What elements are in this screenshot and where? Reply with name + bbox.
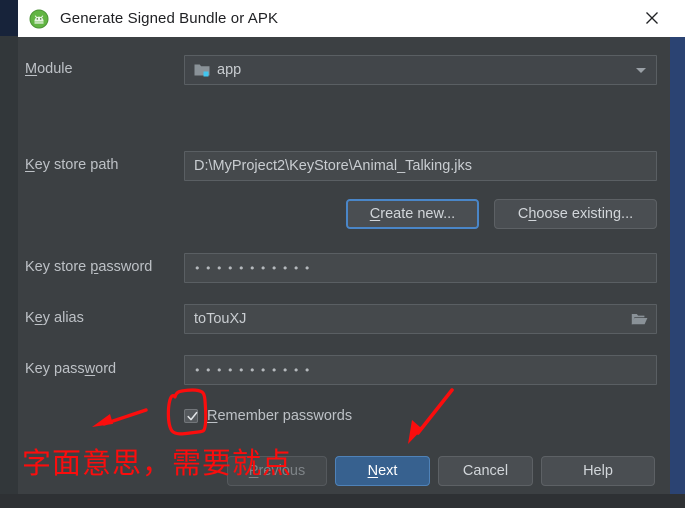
- remember-passwords-row[interactable]: Remember passwords: [184, 408, 352, 424]
- close-icon[interactable]: [637, 5, 667, 31]
- android-studio-icon: [29, 9, 49, 29]
- help-button[interactable]: Help: [541, 456, 655, 486]
- next-button[interactable]: Next: [335, 456, 430, 486]
- key-store-password-input[interactable]: •••••••••••: [184, 253, 657, 283]
- key-password-value: •••••••••••: [194, 363, 315, 377]
- key-alias-value: toTouXJ: [194, 311, 247, 327]
- module-value: app: [217, 62, 242, 78]
- window-title: Generate Signed Bundle or APK: [60, 10, 279, 27]
- cancel-button[interactable]: Cancel: [438, 456, 533, 486]
- key-store-password-value: •••••••••••: [194, 261, 315, 275]
- chevron-down-icon[interactable]: [636, 67, 646, 73]
- key-alias-input[interactable]: toTouXJ: [184, 304, 657, 334]
- window-frame-left-top: [0, 0, 18, 36]
- dialog-window: Generate Signed Bundle or APK Module app…: [0, 0, 685, 508]
- window-frame-bottom: [0, 494, 685, 508]
- key-store-path-label: Key store path: [25, 157, 119, 173]
- module-dropdown[interactable]: app: [184, 55, 657, 85]
- key-password-label: Key password: [25, 361, 117, 377]
- key-store-path-value: D:\MyProject2\KeyStore\Animal_Talking.jk…: [194, 158, 473, 174]
- remember-passwords-label: Remember passwords: [207, 408, 353, 424]
- key-store-password-label: Key store password: [25, 259, 153, 275]
- titlebar: Generate Signed Bundle or APK: [18, 0, 685, 37]
- window-frame-right: [670, 36, 685, 508]
- annotation-note: 字面意思，需要就点: [22, 446, 293, 480]
- key-password-input[interactable]: •••••••••••: [184, 355, 657, 385]
- module-folder-icon: [194, 63, 210, 77]
- create-new-button[interactable]: Create new...: [346, 199, 479, 229]
- key-store-path-input[interactable]: D:\MyProject2\KeyStore\Animal_Talking.jk…: [184, 151, 657, 181]
- key-alias-label: Key alias: [25, 310, 84, 326]
- choose-existing-button[interactable]: Choose existing...: [494, 199, 657, 229]
- dialog-content: Module app Key store path D:\MyProject2\…: [18, 37, 670, 494]
- folder-open-icon[interactable]: [631, 312, 648, 326]
- window-frame-left: [0, 36, 18, 508]
- remember-passwords-checkbox[interactable]: [184, 409, 198, 423]
- module-label: Module: [25, 61, 73, 77]
